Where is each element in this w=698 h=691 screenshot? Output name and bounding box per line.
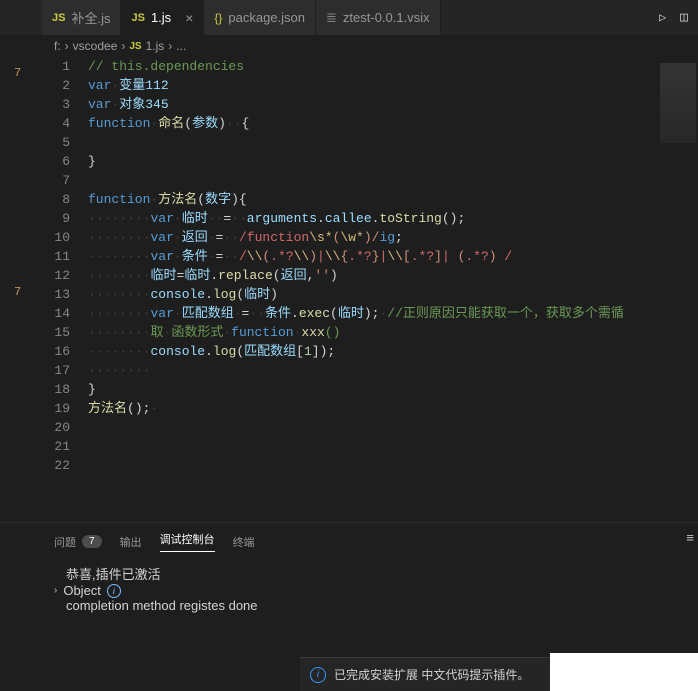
panel-tab-problems[interactable]: 问题 7 xyxy=(54,531,102,552)
run-icon[interactable]: ▷ xyxy=(659,10,666,25)
tab-item[interactable]: JS 补全.js xyxy=(42,0,121,35)
panel-tabs: 问题 7 输出 调试控制台 终端 xyxy=(0,523,698,560)
panel-tab-output[interactable]: 输出 xyxy=(120,531,142,552)
notification-toast[interactable]: i 已完成安装扩展 中文代码提示插件。 xyxy=(300,657,550,691)
code-area[interactable]: // this.dependenciesvar·变量112var·对象345fu… xyxy=(88,57,658,522)
js-icon: JS xyxy=(131,12,144,24)
breadcrumb-segment: f: xyxy=(54,39,61,53)
toast-message: 已完成安装扩展 中文代码提示插件。 xyxy=(334,666,529,683)
editor-margin: 7 7 xyxy=(0,57,38,522)
chevron-right-icon: › xyxy=(54,585,57,596)
minimap[interactable] xyxy=(658,57,698,522)
debug-console-output[interactable]: 恭喜,插件已激活 › Object i completion method re… xyxy=(0,560,698,617)
tab-label: 补全.js xyxy=(71,8,110,27)
tab-label: 问题 xyxy=(54,534,76,550)
problems-badge: 7 xyxy=(82,535,102,548)
tab-actions: ▷ ◫ xyxy=(649,0,698,35)
line-numbers: 12345678910111213141516171819202122 xyxy=(38,57,88,522)
tab-item[interactable]: ≣ ztest-0.0.1.vsix xyxy=(316,0,441,35)
panel-tab-debug-console[interactable]: 调试控制台 xyxy=(160,531,215,552)
breadcrumb[interactable]: f: › vscodee › JS 1.js › ... xyxy=(0,35,698,57)
breadcrumb-segment: 1.js xyxy=(146,39,165,53)
editor: 7 7 12345678910111213141516171819202122 … xyxy=(0,57,698,522)
margin-decoration: 7 xyxy=(14,285,21,299)
info-icon: i xyxy=(310,667,326,683)
split-editor-icon[interactable]: ◫ xyxy=(680,10,688,25)
tab-item[interactable]: {} package.json xyxy=(204,0,316,35)
panel-tab-terminal[interactable]: 终端 xyxy=(233,531,255,552)
chevron-right-icon: › xyxy=(121,39,125,53)
chevron-right-icon: › xyxy=(168,39,172,53)
minimap-content xyxy=(660,63,696,143)
margin-decoration: 7 xyxy=(14,66,21,80)
js-icon: JS xyxy=(129,41,141,52)
tab-label: package.json xyxy=(228,10,305,25)
info-icon[interactable]: i xyxy=(107,584,121,598)
tab-label: 1.js xyxy=(151,10,171,25)
object-label: Object xyxy=(63,583,101,598)
json-icon: {} xyxy=(214,11,222,25)
tab-label: ztest-0.0.1.vsix xyxy=(343,10,430,25)
chevron-right-icon: › xyxy=(65,39,69,53)
console-line: completion method registes done xyxy=(66,598,644,613)
js-icon: JS xyxy=(52,12,65,24)
tab-item-active[interactable]: JS 1.js × xyxy=(121,0,204,35)
overlay-block xyxy=(550,653,698,691)
file-icon: ≣ xyxy=(326,10,337,26)
word-wrap-icon[interactable]: ≡ xyxy=(686,531,694,546)
console-line: 恭喜,插件已激活 xyxy=(66,564,644,583)
console-line-object[interactable]: › Object i xyxy=(54,583,644,598)
panel-actions: ≡ xyxy=(686,531,694,546)
editor-tabs: JS 补全.js JS 1.js × {} package.json ≣ zte… xyxy=(0,0,698,35)
breadcrumb-segment: ... xyxy=(176,39,186,53)
close-icon[interactable]: × xyxy=(185,10,193,26)
breadcrumb-segment: vscodee xyxy=(73,39,118,53)
